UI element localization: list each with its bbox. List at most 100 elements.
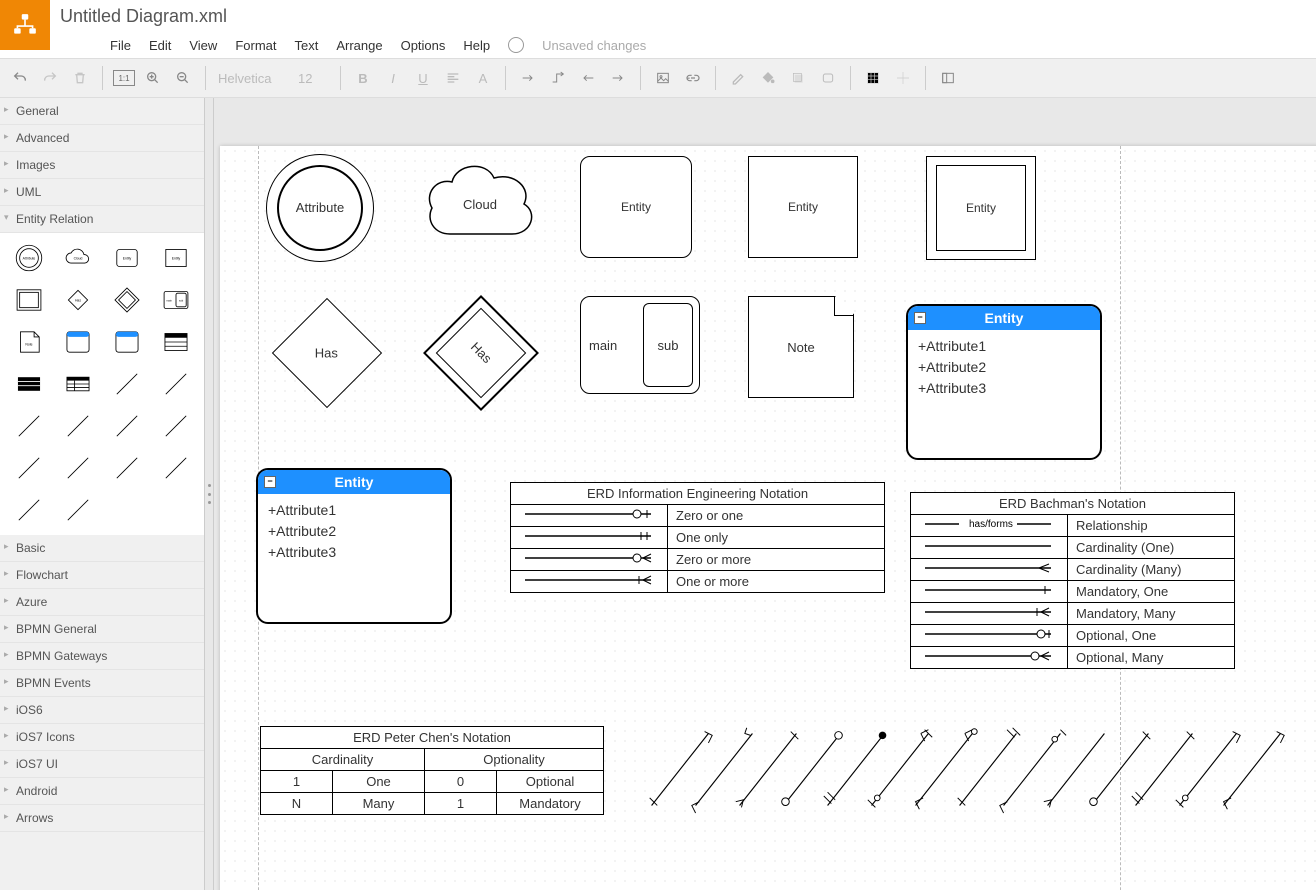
palette-ios7-ui[interactable]: iOS7 UI <box>0 751 204 778</box>
link-button[interactable] <box>681 66 705 90</box>
shape-note[interactable]: Note <box>6 323 51 361</box>
shape-line4[interactable] <box>55 407 100 445</box>
italic-button[interactable]: I <box>381 66 405 90</box>
canvas[interactable]: Attribute Cloud Entity Entity Entity Has… <box>214 98 1316 890</box>
palette-entity-relation[interactable]: Entity Relation <box>0 206 204 233</box>
entity-table-1[interactable]: −Entity +Attribute1+Attribute2+Attribute… <box>906 304 1102 460</box>
zoom-out-button[interactable] <box>171 66 195 90</box>
shape-line8[interactable] <box>55 449 100 487</box>
has-double-diamond-shape[interactable]: Has <box>423 295 539 411</box>
shape-erd-rows2[interactable] <box>55 365 100 403</box>
undo-button[interactable] <box>8 66 32 90</box>
menu-view[interactable]: View <box>189 38 217 53</box>
collapse-icon[interactable]: − <box>264 476 276 488</box>
fill-color-button[interactable] <box>756 66 780 90</box>
menu-help[interactable]: Help <box>463 38 490 53</box>
shape-line5[interactable] <box>104 407 149 445</box>
palette-azure[interactable]: Azure <box>0 589 204 616</box>
palette-arrows[interactable]: Arrows <box>0 805 204 832</box>
font-color-button[interactable]: A <box>471 66 495 90</box>
shape-line1[interactable] <box>104 365 149 403</box>
note-shape[interactable]: Note <box>748 296 854 398</box>
collapse-icon[interactable]: − <box>914 312 926 324</box>
shape-line7[interactable] <box>6 449 51 487</box>
palette-bpmn-general[interactable]: BPMN General <box>0 616 204 643</box>
shape-line6[interactable] <box>153 407 198 445</box>
grid-button[interactable] <box>861 66 885 90</box>
menu-format[interactable]: Format <box>235 38 276 53</box>
actual-size-button[interactable]: 1:1 <box>113 70 135 86</box>
palette-ios7-icons[interactable]: iOS7 Icons <box>0 724 204 751</box>
menu-edit[interactable]: Edit <box>149 38 171 53</box>
palette-ios6[interactable]: iOS6 <box>0 697 204 724</box>
delete-button[interactable] <box>68 66 92 90</box>
palette-flowchart[interactable]: Flowchart <box>0 562 204 589</box>
line-start-button[interactable] <box>576 66 600 90</box>
erd-bachman-table[interactable]: ERD Bachman's Notation has/formsRelation… <box>910 492 1235 669</box>
shape-entity-table-blue[interactable] <box>55 323 100 361</box>
erd-chen-table[interactable]: ERD Peter Chen's Notation CardinalityOpt… <box>260 726 604 815</box>
palette-images[interactable]: Images <box>0 152 204 179</box>
palette-android[interactable]: Android <box>0 778 204 805</box>
erd-ie-table[interactable]: ERD Information Engineering Notation Zer… <box>510 482 885 593</box>
sidebar-splitter[interactable] <box>205 98 214 890</box>
connector-line-13[interactable] <box>1212 724 1292 814</box>
palette-uml[interactable]: UML <box>0 179 204 206</box>
shape-line12[interactable] <box>55 491 100 529</box>
underline-button[interactable]: U <box>411 66 435 90</box>
attribute-shape[interactable]: Attribute <box>266 154 374 262</box>
menu-options[interactable]: Options <box>401 38 446 53</box>
shape-erd-table-black[interactable] <box>153 323 198 361</box>
palette-general[interactable]: General <box>0 98 204 125</box>
align-button[interactable] <box>441 66 465 90</box>
shape-entity-double[interactable] <box>6 281 51 319</box>
shape-has-double-diamond[interactable] <box>104 281 149 319</box>
entity-rect-shape[interactable]: Entity <box>748 156 858 258</box>
redo-button[interactable] <box>38 66 62 90</box>
waypoint-button[interactable] <box>546 66 570 90</box>
image-button[interactable] <box>651 66 675 90</box>
palette-bpmn-gateways[interactable]: BPMN Gateways <box>0 643 204 670</box>
shape-line9[interactable] <box>104 449 149 487</box>
has-label2: Has <box>468 339 495 366</box>
palette-bpmn-events[interactable]: BPMN Events <box>0 670 204 697</box>
shape-line10[interactable] <box>153 449 198 487</box>
shape-entity-table-blue2[interactable] <box>104 323 149 361</box>
rounded-button[interactable] <box>816 66 840 90</box>
font-size-input[interactable] <box>296 70 330 87</box>
shape-cloud[interactable]: Cloud <box>55 239 100 277</box>
document-title[interactable]: Untitled Diagram.xml <box>60 6 227 27</box>
shape-entity-rounded[interactable]: Entity <box>104 239 149 277</box>
menu-file[interactable]: File <box>110 38 131 53</box>
shape-has-diamond[interactable]: Has <box>55 281 100 319</box>
palette-advanced[interactable]: Advanced <box>0 125 204 152</box>
shape-main-sub[interactable]: mainsub <box>153 281 198 319</box>
app-logo[interactable] <box>0 0 50 50</box>
shape-line3[interactable] <box>6 407 51 445</box>
shape-attribute[interactable]: Attribute <box>6 239 51 277</box>
shape-line11[interactable] <box>6 491 51 529</box>
stroke-color-button[interactable] <box>726 66 750 90</box>
font-family-input[interactable] <box>216 70 290 87</box>
language-icon[interactable] <box>508 37 524 53</box>
cloud-shape[interactable]: Cloud <box>420 156 540 252</box>
menu-text[interactable]: Text <box>294 38 318 53</box>
palette-basic[interactable]: Basic <box>0 535 204 562</box>
entity-rounded-shape[interactable]: Entity <box>580 156 692 258</box>
entity-table-2[interactable]: −Entity +Attribute1+Attribute2+Attribute… <box>256 468 452 624</box>
bold-button[interactable]: B <box>351 66 375 90</box>
zoom-in-button[interactable] <box>141 66 165 90</box>
line-end-button[interactable] <box>606 66 630 90</box>
shape-erd-rows1[interactable] <box>6 365 51 403</box>
entity-double-shape[interactable]: Entity <box>926 156 1036 260</box>
connection-button[interactable] <box>516 66 540 90</box>
shadow-button[interactable] <box>786 66 810 90</box>
has-diamond-shape[interactable]: Has <box>272 298 382 408</box>
main-sub-shape[interactable]: main sub <box>580 296 700 394</box>
shape-entity-rect[interactable]: Entity <box>153 239 198 277</box>
menu-arrange[interactable]: Arrange <box>336 38 382 53</box>
drawing-page[interactable]: Attribute Cloud Entity Entity Entity Has… <box>220 146 1316 890</box>
guides-button[interactable] <box>891 66 915 90</box>
outline-button[interactable] <box>936 66 960 90</box>
shape-line2[interactable] <box>153 365 198 403</box>
